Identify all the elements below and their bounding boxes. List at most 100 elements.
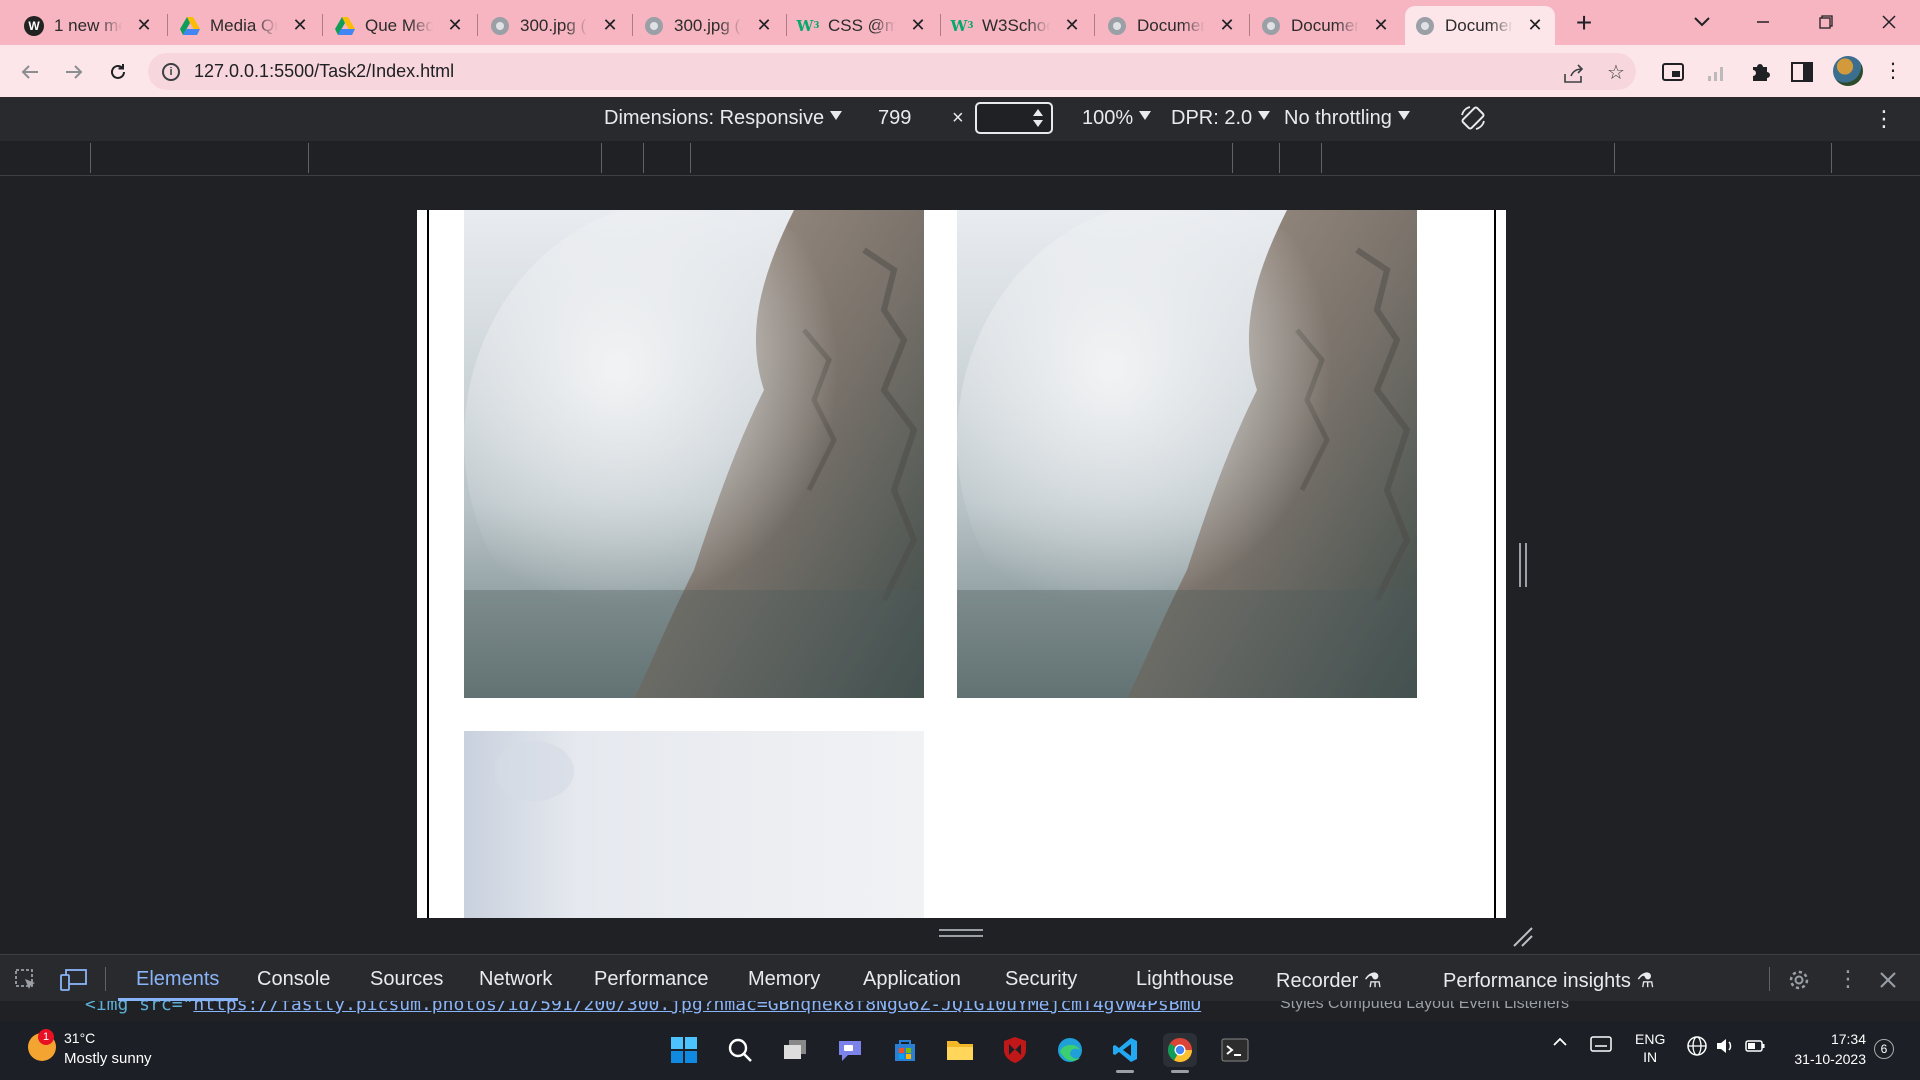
forward-icon[interactable] xyxy=(58,55,90,87)
dom-node-src-link[interactable]: https://fastly.picsum.photos/id/591/200/… xyxy=(193,1001,1201,1015)
task-view-icon[interactable] xyxy=(778,1033,812,1067)
close-tab-icon[interactable]: ✕ xyxy=(754,15,774,35)
dimensions-dropdown[interactable]: Dimensions: Responsive xyxy=(604,107,843,130)
media-query-marker[interactable] xyxy=(1321,143,1322,173)
tab-network[interactable]: Network xyxy=(479,968,552,991)
spinner-icon[interactable] xyxy=(1033,109,1043,127)
tab-lighthouse[interactable]: Lighthouse xyxy=(1136,968,1234,991)
tab-elements[interactable]: Elements xyxy=(136,968,219,991)
media-query-marker[interactable] xyxy=(1279,143,1280,173)
performance-icon[interactable] xyxy=(1703,57,1731,85)
touch-keyboard-icon[interactable] xyxy=(1590,1035,1612,1056)
close-tab-icon[interactable]: ✕ xyxy=(134,15,154,35)
weather-temperature[interactable]: 31°C xyxy=(64,1030,95,1046)
close-tab-icon[interactable]: ✕ xyxy=(1217,15,1237,35)
browser-tab-7[interactable]: W3 W3Schools ✕ xyxy=(942,6,1092,45)
browser-tab-3[interactable]: Que Media ✕ xyxy=(325,6,475,45)
browser-tab-6[interactable]: W3 CSS @media ✕ xyxy=(788,6,938,45)
search-icon[interactable] xyxy=(723,1033,757,1067)
browser-tab-9[interactable]: Document ✕ xyxy=(1251,6,1401,45)
devtools-more-icon[interactable]: ⋮ xyxy=(1834,965,1862,993)
close-tab-icon[interactable]: ✕ xyxy=(600,15,620,35)
chrome-icon[interactable] xyxy=(1163,1033,1197,1073)
viewport-resize-corner-icon[interactable] xyxy=(1510,924,1536,950)
tab-memory[interactable]: Memory xyxy=(748,968,820,991)
tab-recorder[interactable]: Recorder ⚗ xyxy=(1276,968,1382,993)
settings-gear-icon[interactable] xyxy=(1785,965,1813,993)
close-tab-icon[interactable]: ✕ xyxy=(1525,15,1545,35)
tab-application[interactable]: Application xyxy=(863,968,961,991)
width-input[interactable]: 799 xyxy=(878,107,911,130)
restore-button[interactable] xyxy=(1803,6,1849,36)
viewport-resize-handle-bottom[interactable] xyxy=(939,929,983,937)
picture-in-picture-icon[interactable] xyxy=(1659,57,1687,85)
inspect-element-icon[interactable] xyxy=(12,965,40,993)
rotate-icon[interactable] xyxy=(1458,103,1488,133)
media-query-marker[interactable] xyxy=(1831,143,1832,173)
dom-node-line[interactable]: <img src="https://fastly.picsum.photos/i… xyxy=(85,1001,1201,1015)
media-query-marker[interactable] xyxy=(690,143,691,173)
system-clock[interactable]: 17:34 31-10-2023 xyxy=(1776,1029,1866,1069)
side-panel-icon[interactable] xyxy=(1788,57,1816,85)
microsoft-store-icon[interactable] xyxy=(888,1033,922,1067)
file-explorer-icon[interactable] xyxy=(943,1033,977,1067)
tab-performance[interactable]: Performance xyxy=(594,968,709,991)
terminal-icon[interactable] xyxy=(1218,1033,1252,1067)
site-info-icon[interactable]: i xyxy=(162,62,180,81)
bookmark-star-icon[interactable]: ☆ xyxy=(1604,61,1628,85)
zoom-dropdown[interactable]: 100% xyxy=(1082,107,1152,130)
network-globe-icon[interactable] xyxy=(1686,1035,1708,1060)
start-windows-icon[interactable] xyxy=(667,1033,701,1067)
close-tab-icon[interactable]: ✕ xyxy=(908,15,928,35)
device-toggle-icon[interactable] xyxy=(60,965,88,993)
dpr-dropdown[interactable]: DPR: 2.0 xyxy=(1171,107,1271,130)
close-window-button[interactable] xyxy=(1866,6,1912,36)
browser-tab-4[interactable]: 300.jpg (300×200) ✕ xyxy=(480,6,630,45)
height-input[interactable] xyxy=(975,102,1053,134)
close-tab-icon[interactable]: ✕ xyxy=(1062,15,1082,35)
media-query-marker[interactable] xyxy=(90,143,91,173)
media-query-marker[interactable] xyxy=(601,143,602,173)
tab-sources[interactable]: Sources xyxy=(370,968,443,991)
mcafee-icon[interactable] xyxy=(998,1033,1032,1067)
tab-security[interactable]: Security xyxy=(1005,968,1077,991)
tab-performance-insights[interactable]: Performance insights ⚗ xyxy=(1443,968,1654,993)
tab-search-icon[interactable] xyxy=(1679,6,1725,36)
minimize-button[interactable] xyxy=(1740,6,1786,36)
show-hidden-icons-chevron-icon[interactable] xyxy=(1552,1035,1568,1051)
close-tab-icon[interactable]: ✕ xyxy=(445,15,465,35)
teams-chat-icon[interactable] xyxy=(833,1033,867,1067)
weather-description[interactable]: Mostly sunny xyxy=(64,1050,152,1067)
volume-speaker-icon[interactable] xyxy=(1714,1035,1736,1060)
throttling-dropdown[interactable]: No throttling xyxy=(1284,107,1410,130)
browser-tab-10-active[interactable]: Document ✕ xyxy=(1405,6,1555,45)
close-devtools-icon[interactable] xyxy=(1874,965,1902,993)
tab-console[interactable]: Console xyxy=(257,968,330,991)
browser-menu-icon[interactable]: ⋮ xyxy=(1879,57,1907,85)
media-query-marker[interactable] xyxy=(1614,143,1615,173)
language-indicator[interactable]: ENG IN xyxy=(1635,1030,1665,1066)
edge-browser-icon[interactable] xyxy=(1053,1033,1087,1067)
profile-avatar[interactable] xyxy=(1833,56,1863,86)
share-icon[interactable] xyxy=(1562,61,1586,85)
close-tab-icon[interactable]: ✕ xyxy=(290,15,310,35)
browser-tab-8[interactable]: Document ✕ xyxy=(1097,6,1247,45)
emulated-viewport[interactable] xyxy=(417,210,1506,918)
browser-tab-2[interactable]: Media Queries ✕ xyxy=(170,6,320,45)
battery-icon[interactable] xyxy=(1744,1035,1766,1060)
new-tab-button[interactable]: + xyxy=(1570,9,1598,38)
address-bar[interactable]: i 127.0.0.1:5500/Task2/Index.html ☆ xyxy=(148,53,1636,90)
notification-count-badge[interactable]: 6 xyxy=(1874,1039,1894,1059)
back-icon[interactable] xyxy=(14,55,46,87)
media-query-marker[interactable] xyxy=(308,143,309,173)
media-query-marker[interactable] xyxy=(643,143,644,173)
vscode-icon[interactable] xyxy=(1108,1033,1142,1073)
close-tab-icon[interactable]: ✕ xyxy=(1371,15,1391,35)
reload-icon[interactable] xyxy=(102,55,134,87)
viewport-resize-handle-right[interactable] xyxy=(1519,543,1527,587)
media-query-marker[interactable] xyxy=(1232,143,1233,173)
browser-tab-5[interactable]: 300.jpg (300×200) ✕ xyxy=(634,6,784,45)
styles-pane-tabs[interactable]: Styles Computed Layout Event Listeners xyxy=(1280,1001,1569,1013)
extensions-puzzle-icon[interactable] xyxy=(1746,57,1774,85)
browser-tab-1[interactable]: W 1 new message ✕ xyxy=(14,6,164,45)
